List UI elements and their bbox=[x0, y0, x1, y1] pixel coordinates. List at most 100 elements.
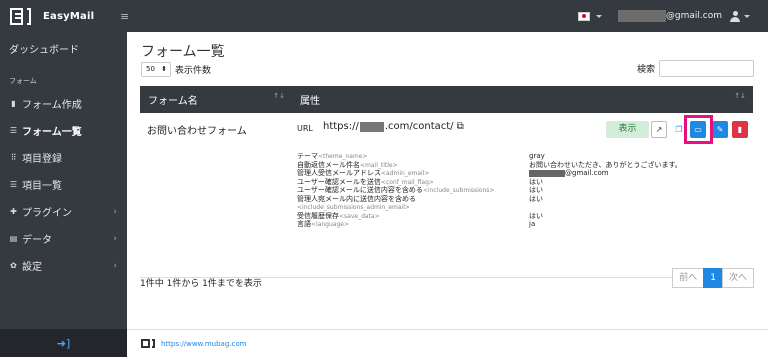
attribute-row: ユーザー確認メールに送信内容を含める<include_submissions> … bbox=[297, 186, 682, 195]
attribute-key: ユーザー確認メールに送信内容を含める bbox=[297, 186, 423, 194]
external-link-icon: ↗ bbox=[655, 125, 663, 134]
search-label: 検索 bbox=[636, 65, 655, 75]
sidebar-item-form-list[interactable]: ☰ フォーム一覧 bbox=[0, 117, 127, 144]
edit-button[interactable]: ✎ bbox=[712, 121, 728, 138]
attribute-row: 受信履歴保存<save_data> はい bbox=[297, 212, 682, 221]
search-control: 検索 bbox=[637, 60, 754, 77]
next-page-button[interactable]: 次へ bbox=[721, 268, 754, 288]
attribute-code: <include_submissions_admin_email> bbox=[297, 204, 410, 211]
form-name-cell: お問い合わせフォーム bbox=[147, 126, 247, 137]
per-page-label: 表示件数 bbox=[175, 66, 212, 76]
table-row: お問い合わせフォーム URL https:// .com/contact/ ⧉ … bbox=[140, 113, 753, 278]
sitemap-icon: ⠿ bbox=[10, 153, 17, 162]
attribute-row: 管理人宛メール内に送信内容を含める はい bbox=[297, 195, 682, 204]
attribute-key: 管理人受信メールアドレス bbox=[297, 169, 381, 177]
sidebar-item-label: フォーム一覧 bbox=[22, 127, 82, 138]
brand[interactable]: EasyMail bbox=[0, 7, 128, 25]
sidebar-item-label: 項目一覧 bbox=[22, 181, 62, 192]
form-attributes: テーマ<theme_name> gray 自動返信メール件名<mail_titl… bbox=[297, 152, 682, 229]
gear-icon: ✿ bbox=[10, 261, 17, 270]
attribute-code: <mail_title> bbox=[360, 161, 398, 169]
search-input[interactable] bbox=[659, 60, 754, 77]
chevron-right-icon: › bbox=[113, 260, 117, 271]
per-page-control: 50 表示件数 bbox=[141, 62, 211, 77]
column-header-form-name[interactable]: フォーム名 ↑↓ bbox=[140, 92, 292, 107]
footer-logo-icon bbox=[141, 339, 155, 348]
sidebar-item-dashboard[interactable]: ダッシュボード bbox=[0, 32, 127, 72]
table-header: フォーム名 ↑↓ 属性 ↑↓ bbox=[140, 86, 753, 113]
email-redaction bbox=[617, 10, 666, 22]
external-link-icon[interactable]: ⧉ bbox=[457, 121, 464, 132]
footer-link[interactable]: https://www.mubag.com bbox=[161, 340, 246, 348]
user-icon[interactable] bbox=[730, 10, 740, 22]
attribute-value: はい bbox=[529, 186, 543, 194]
column-header-attributes[interactable]: 属性 ↑↓ bbox=[292, 92, 753, 107]
sidebar-item-label: 項目登録 bbox=[22, 154, 62, 165]
attribute-value: ja bbox=[529, 220, 536, 228]
database-icon: ▤ bbox=[9, 234, 18, 243]
form-url: https:// .com/contact/ ⧉ bbox=[323, 121, 464, 132]
highlight-box bbox=[684, 115, 713, 144]
sort-icon[interactable]: ↑↓ bbox=[273, 92, 285, 107]
show-button[interactable]: 表示 bbox=[606, 121, 649, 138]
japan-flag-icon[interactable] bbox=[577, 11, 590, 21]
forms-table: フォーム名 ↑↓ 属性 ↑↓ お問い合わせフォーム URL https:// .… bbox=[140, 86, 753, 278]
sidebar-item-label: データ bbox=[22, 235, 52, 246]
attribute-key: 管理人宛メール内に送信内容を含める bbox=[297, 194, 416, 203]
column-label: フォーム名 bbox=[148, 96, 198, 107]
language-dropdown-caret-icon[interactable] bbox=[595, 14, 602, 18]
sidebar-item-data[interactable]: ▤ データ › bbox=[0, 225, 127, 252]
prev-page-button[interactable]: 前へ bbox=[672, 268, 705, 288]
per-page-select[interactable]: 50 bbox=[141, 62, 171, 77]
attribute-key: ユーザー確認メールを送信 bbox=[297, 177, 381, 186]
attribute-value: gray bbox=[529, 152, 545, 160]
attribute-code: <save_data> bbox=[339, 212, 380, 220]
app-name: EasyMail bbox=[43, 10, 95, 22]
attribute-row: 言語<language> ja bbox=[297, 220, 682, 229]
page-title: フォーム一覧 bbox=[141, 44, 225, 60]
sidebar: ダッシュボード フォーム ▮ フォーム作成 ☰ フォーム一覧 ⠿ 項目登録 ☰ … bbox=[0, 32, 127, 357]
url-suffix: .com/contact/ bbox=[384, 121, 454, 132]
sidebar-item-form-create[interactable]: ▮ フォーム作成 bbox=[0, 90, 127, 117]
attribute-value: @gmail.com bbox=[565, 169, 609, 177]
url-redaction bbox=[359, 121, 384, 132]
attribute-key: 受信履歴保存 bbox=[297, 211, 339, 220]
chevron-right-icon: › bbox=[113, 233, 117, 244]
sidebar-item-field-list[interactable]: ☰ 項目一覧 bbox=[0, 171, 127, 198]
table-info: 1件中 1件から 1件までを表示 bbox=[140, 279, 262, 289]
delete-button[interactable]: ▮ bbox=[732, 121, 748, 138]
page-1-button[interactable]: 1 bbox=[703, 268, 723, 288]
sidebar-item-label: プラグイン bbox=[22, 208, 72, 219]
sidebar-item-plugins[interactable]: ✚ プラグイン › bbox=[0, 198, 127, 225]
attribute-code: <admin_email> bbox=[381, 170, 430, 177]
open-external-button[interactable]: ↗ bbox=[651, 121, 667, 138]
copy-icon: ❐ bbox=[675, 125, 683, 134]
sidebar-item-settings[interactable]: ✿ 設定 › bbox=[0, 252, 127, 279]
list-icon: ☰ bbox=[9, 126, 18, 135]
top-navbar: EasyMail ≡ @gmail.com bbox=[0, 0, 768, 32]
attribute-row: ユーザー確認メールを送信<conf_mail_flag> はい bbox=[297, 178, 682, 187]
attribute-key: テーマ bbox=[297, 152, 318, 160]
sign-out-icon[interactable]: ➜] bbox=[57, 337, 71, 350]
sidebar-footer: ➜] bbox=[0, 329, 127, 357]
attribute-key: 言語 bbox=[297, 220, 311, 228]
attribute-code: <theme_name> bbox=[318, 153, 368, 160]
attribute-value: お問い合わせいただき、ありがとうございます。 bbox=[529, 160, 682, 169]
attribute-row: 管理人受信メールアドレス<admin_email> @gmail.com bbox=[297, 169, 682, 178]
sort-icon[interactable]: ↑↓ bbox=[734, 92, 746, 107]
sidebar-item-field-register[interactable]: ⠿ 項目登録 bbox=[0, 144, 127, 171]
column-label: 属性 bbox=[300, 96, 320, 107]
attribute-code: <include_submissions> bbox=[422, 187, 495, 194]
trash-icon: ▮ bbox=[737, 125, 743, 134]
user-dropdown-caret-icon[interactable] bbox=[744, 14, 750, 18]
attribute-value: はい bbox=[529, 194, 543, 203]
attribute-row: 自動返信メール件名<mail_title> お問い合わせいただき、ありがとうござ… bbox=[297, 161, 682, 170]
footer: https://www.mubag.com bbox=[127, 329, 768, 357]
menu-toggle-icon[interactable]: ≡ bbox=[120, 10, 129, 23]
email-redaction bbox=[529, 169, 565, 177]
edit-icon: ✎ bbox=[716, 125, 724, 134]
chevron-right-icon: › bbox=[113, 206, 117, 217]
url-prefix: https:// bbox=[323, 121, 359, 132]
attribute-code: <conf_mail_flag> bbox=[380, 178, 434, 186]
user-email[interactable]: @gmail.com bbox=[666, 11, 722, 21]
